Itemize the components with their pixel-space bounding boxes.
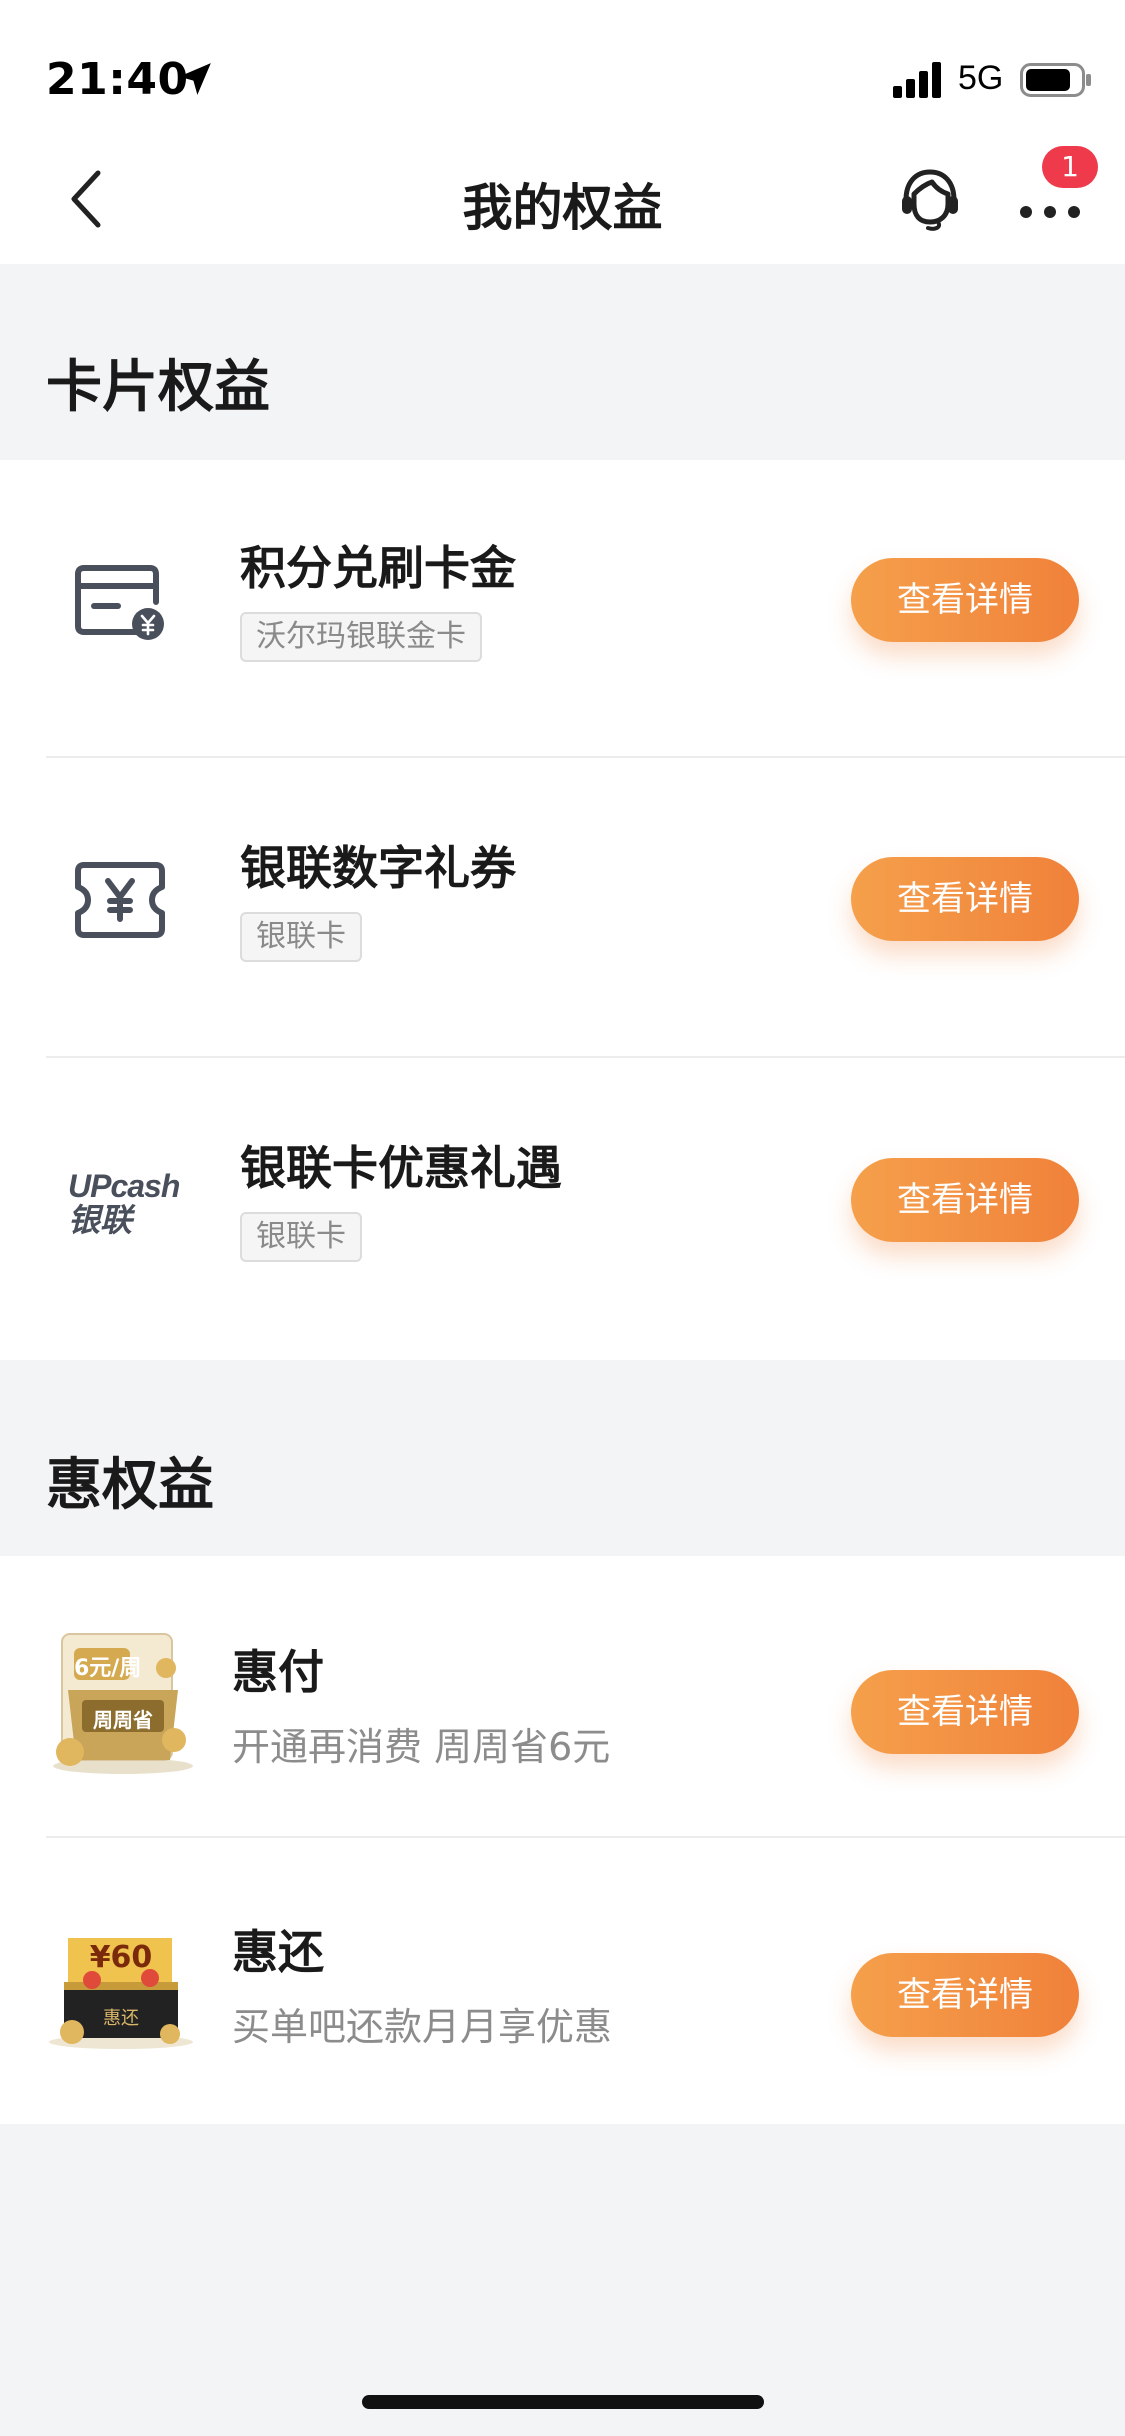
view-details-button[interactable]: 查看详情 [851, 857, 1079, 941]
list-item[interactable]: 6元/周 周周省 惠付 开通再消费 周周省6元 查看详情 [0, 1556, 1125, 1838]
item-tag: 银联卡 [240, 1212, 362, 1262]
view-details-button[interactable]: 查看详情 [851, 1158, 1079, 1242]
divider [46, 756, 1125, 758]
back-button[interactable] [56, 164, 116, 234]
list-item[interactable]: 银联数字礼券 银联卡 查看详情 [0, 760, 1125, 1058]
item-subtitle: 开通再消费 周周省6元 [232, 1725, 611, 1769]
list-item[interactable]: UPcash 银联 银联卡优惠礼遇 银联卡 查看详情 [0, 1060, 1125, 1360]
item-tag: 沃尔玛银联金卡 [240, 612, 482, 662]
status-time: 21:40 [46, 54, 189, 105]
upcash-logo-icon: UPcash 银联 [68, 1168, 180, 1242]
item-title: 银联数字礼券 [240, 841, 516, 895]
item-title: 积分兑刷卡金 [240, 541, 516, 595]
section-title: 卡片权益 [46, 355, 270, 420]
card-yen-icon [75, 565, 164, 640]
huifu-logo-caption: 周周省 [93, 1708, 153, 1732]
list-item[interactable]: 积分兑刷卡金 沃尔玛银联金卡 查看详情 [0, 460, 1125, 758]
divider [46, 1836, 1125, 1838]
section-header-card-benefits: 卡片权益 [0, 264, 1125, 460]
network-label: 5G [958, 59, 1004, 97]
ticket-yen-icon [75, 862, 165, 938]
customer-service-icon[interactable] [894, 162, 966, 234]
section-title: 惠权益 [46, 1453, 214, 1518]
view-details-button[interactable]: 查看详情 [851, 558, 1079, 642]
item-tag: 银联卡 [240, 912, 362, 962]
location-arrow-icon [179, 63, 211, 95]
item-title: 银联卡优惠礼遇 [240, 1141, 562, 1195]
huihuan-logo-caption: 惠还 [103, 2008, 139, 2029]
divider [46, 1056, 1125, 1058]
section-header-hui-benefits: 惠权益 [0, 1360, 1125, 1556]
battery-icon [1020, 63, 1091, 97]
notification-badge: 1 [1042, 146, 1098, 188]
view-details-button[interactable]: 查看详情 [851, 1670, 1079, 1754]
huifu-logo-amount: 6元/周 [74, 1656, 142, 1681]
status-bar: 21:40 5G [0, 0, 1125, 132]
upcash-logo-text: UPcash [68, 1168, 180, 1204]
nav-bar: 我的权益 [0, 132, 1125, 264]
item-subtitle: 买单吧还款月月享优惠 [232, 2005, 613, 2049]
home-indicator [362, 2395, 764, 2409]
card-benefits-list: 积分兑刷卡金 沃尔玛银联金卡 查看详情 银联数字礼券 银联卡 查看详情 UPca… [0, 460, 1125, 1360]
chevron-left-icon [71, 170, 101, 228]
huifu-gift-icon: 6元/周 周周省 [48, 1628, 198, 1776]
view-details-button[interactable]: 查看详情 [851, 1953, 1079, 2037]
huihuan-logo-amount: ¥60 [89, 1940, 153, 1975]
unionpay-logo-text: 银联 [68, 1201, 133, 1239]
item-title: 惠还 [232, 1925, 324, 1979]
huihuan-gift-icon: ¥60 惠还 [46, 1920, 196, 2050]
hui-benefits-list: 6元/周 周周省 惠付 开通再消费 周周省6元 查看详情 ¥60 惠还 惠还 买… [0, 1556, 1125, 2124]
signal-icon [893, 62, 941, 98]
item-title: 惠付 [232, 1645, 324, 1699]
list-item[interactable]: ¥60 惠还 惠还 买单吧还款月月享优惠 查看详情 [0, 1840, 1125, 2124]
